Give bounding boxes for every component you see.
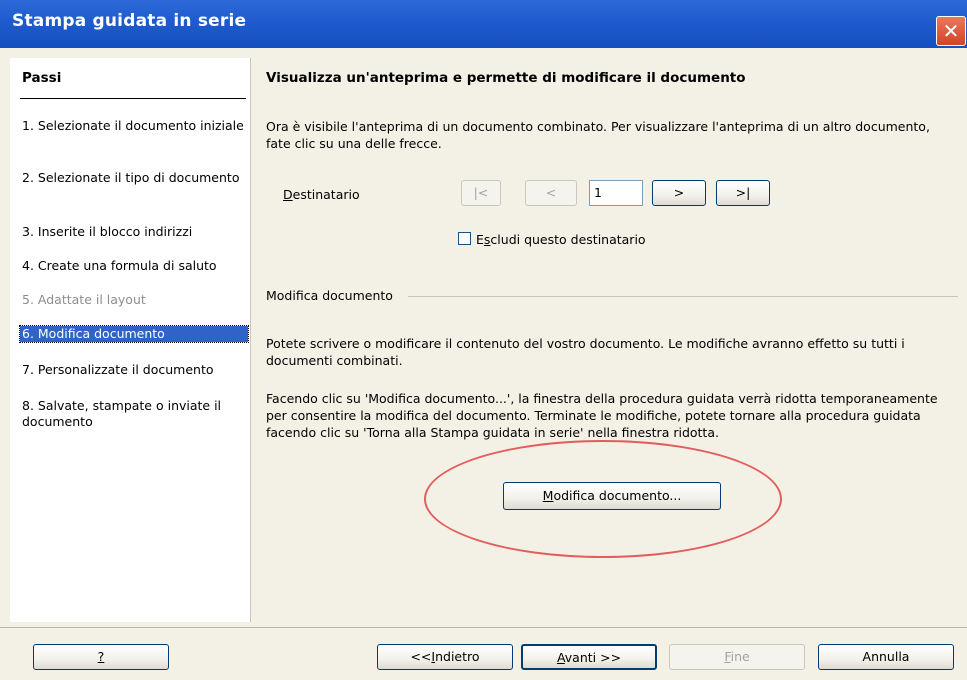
edit-description: Potete scrivere o modificare il contenut… xyxy=(266,336,905,368)
window-title: Stampa guidata in serie xyxy=(12,11,247,31)
step-1[interactable]: 1. Selezionate il documento iniziale xyxy=(22,118,244,134)
exclude-recipient-checkbox[interactable] xyxy=(458,232,471,245)
previous-recipient-button[interactable]: < xyxy=(525,180,577,206)
step-5: 5. Adattate il layout xyxy=(22,292,146,307)
step-2[interactable]: 2. Selezionate il tipo di documento xyxy=(22,170,244,186)
step-7[interactable]: 7. Personalizzate il documento xyxy=(22,362,244,378)
step-3[interactable]: 3. Inserite il blocco indirizzi xyxy=(22,224,244,240)
last-recipient-button[interactable]: >| xyxy=(716,180,770,206)
step-4[interactable]: 4. Create una formula di saluto xyxy=(22,258,244,274)
section-label: Modifica documento xyxy=(266,288,393,303)
title-bar: Stampa guidata in serie ✕ xyxy=(0,0,967,48)
first-recipient-button[interactable]: |< xyxy=(461,180,501,206)
close-icon: ✕ xyxy=(942,19,960,43)
edit-instructions: Facendo clic su 'Modifica documento...',… xyxy=(266,391,938,440)
close-button[interactable]: ✕ xyxy=(936,16,966,46)
back-button[interactable]: <<Indietro xyxy=(377,644,513,670)
steps-heading-underline xyxy=(20,98,246,99)
cancel-button[interactable]: Annulla xyxy=(818,644,954,670)
finish-button[interactable]: Fine xyxy=(669,644,805,670)
page-heading: Visualizza un'anteprima e permette di mo… xyxy=(266,70,746,86)
recipient-number-input[interactable]: 1 xyxy=(589,180,643,206)
footer-separator xyxy=(0,627,967,628)
exclude-recipient-label[interactable]: Escludi questo destinatario xyxy=(476,232,646,247)
next-recipient-button[interactable]: > xyxy=(652,180,706,206)
step-8[interactable]: 8. Salvate, stampate o inviate il docume… xyxy=(22,398,244,430)
step-6[interactable]: 6. Modifica documento xyxy=(19,325,249,343)
section-separator xyxy=(408,296,958,297)
steps-heading: Passi xyxy=(22,70,62,86)
help-button[interactable]: ? xyxy=(33,644,169,670)
edit-document-button[interactable]: Modifica documento... xyxy=(503,482,721,510)
steps-sidebar: Passi 1. Selezionate il documento inizia… xyxy=(10,58,251,622)
intro-text: Ora è visibile l'anteprima di un documen… xyxy=(266,119,930,151)
next-button[interactable]: Avanti >> xyxy=(521,644,657,670)
recipient-label: Destinatario xyxy=(283,187,360,202)
